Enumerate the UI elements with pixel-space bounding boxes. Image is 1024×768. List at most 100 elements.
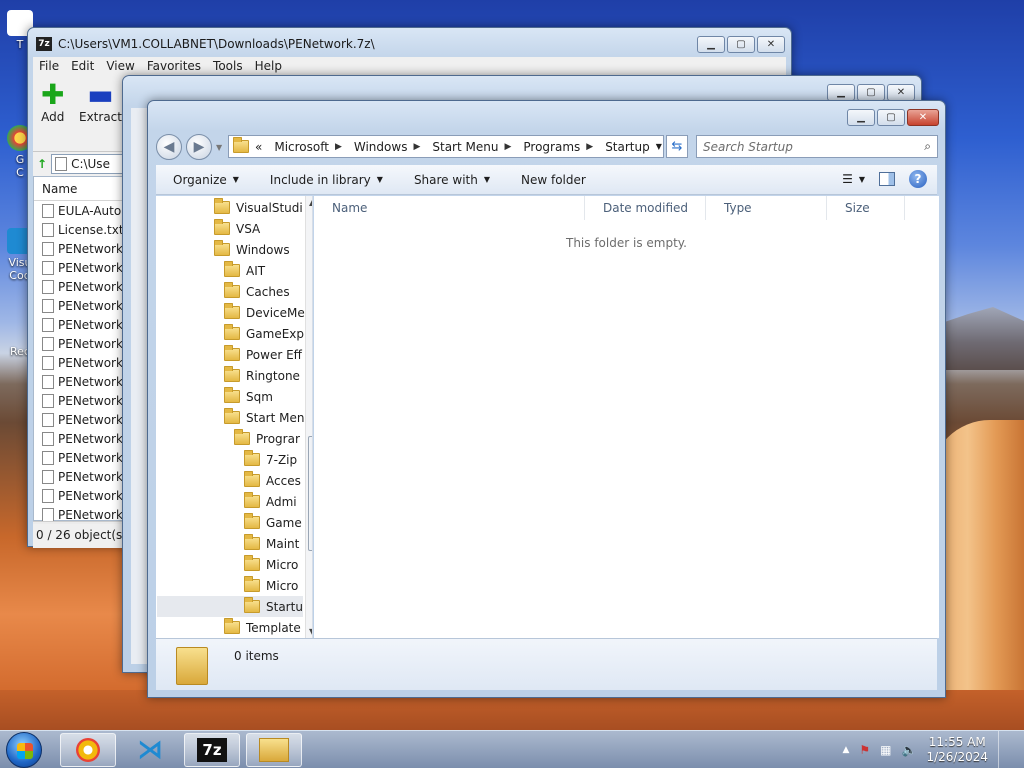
minimize-button[interactable]: ▁ xyxy=(827,84,855,101)
preview-pane-button[interactable] xyxy=(879,172,895,186)
column-header-date-modified[interactable]: Date modified xyxy=(585,196,706,220)
zip-file-row[interactable]: PENetwork_ xyxy=(34,315,127,334)
maximize-button[interactable]: ▢ xyxy=(877,109,905,126)
zip-file-row[interactable]: PENetwork_p xyxy=(34,486,127,505)
zip-file-row[interactable]: EULA-AutoIt xyxy=(34,201,127,220)
tree-item[interactable]: Power Eff xyxy=(224,344,302,365)
tree-item[interactable]: GameExp xyxy=(224,323,304,344)
include-in-library-button[interactable]: Include in library ▼ xyxy=(253,173,397,187)
volume-icon[interactable]: 🔈 xyxy=(902,743,917,757)
taskbar-7zip[interactable]: 7z xyxy=(184,733,240,767)
minimize-button[interactable]: ▁ xyxy=(847,109,875,126)
taskbar-chrome[interactable] xyxy=(60,733,116,767)
breadcrumb-programs[interactable]: Programs ▶ xyxy=(517,140,599,154)
navigation-pane[interactable]: VisualStudi VSA Windows AIT Caches DeviceMe Ga… xyxy=(156,196,313,638)
taskbar-vscode[interactable]: ⋊ xyxy=(122,733,178,767)
tree-item[interactable]: Game xyxy=(244,512,302,533)
column-header-type[interactable]: Type xyxy=(706,196,827,220)
breadcrumb-startup[interactable]: Startup xyxy=(599,140,656,154)
zip-file-row[interactable]: PENetwork_( xyxy=(34,467,127,486)
clock[interactable]: 11:55 AM 1/26/2024 xyxy=(926,735,988,765)
close-button[interactable]: ✕ xyxy=(887,84,915,101)
navigation-pane-scrollbar[interactable]: ▲ ▼ xyxy=(305,196,312,638)
close-button[interactable]: ✕ xyxy=(907,109,939,126)
tree-item[interactable]: Micro xyxy=(244,554,298,575)
tree-item[interactable]: Windows xyxy=(214,239,290,260)
folder-up-icon[interactable]: ↑ xyxy=(37,157,47,171)
forward-button[interactable]: ▶ xyxy=(186,134,212,160)
file-list-pane[interactable]: Name Date modified Type Size This folder… xyxy=(314,196,939,638)
tree-item[interactable]: 7-Zip xyxy=(244,449,297,470)
zip-file-row[interactable]: PENetwork_ xyxy=(34,277,127,296)
menu-favorites[interactable]: Favorites xyxy=(141,57,207,76)
menu-tools[interactable]: Tools xyxy=(207,57,249,76)
breadcrumb-microsoft[interactable]: Microsoft ▶ xyxy=(268,140,348,154)
column-header-size[interactable]: Size xyxy=(827,196,905,220)
recent-pages-chevron-icon[interactable]: ▼ xyxy=(216,143,222,152)
zip-file-row[interactable]: PENetwork_l xyxy=(34,448,127,467)
breadcrumb-start-menu[interactable]: Start Menu ▶ xyxy=(426,140,517,154)
menu-edit[interactable]: Edit xyxy=(65,57,100,76)
zip-file-row[interactable]: PENetwork_i xyxy=(34,410,127,429)
tree-item[interactable]: Ringtone xyxy=(224,365,300,386)
explorer-window[interactable]: ▁ ▢ ✕ ◀ ▶ ▼ « Microsoft ▶ Windows ▶ Start … xyxy=(147,100,946,698)
tree-item[interactable]: VisualStudi xyxy=(214,197,303,218)
new-folder-button[interactable]: New folder xyxy=(504,173,600,187)
search-input[interactable]: Search Startup ⌕ xyxy=(696,135,938,158)
tree-item[interactable]: Admi xyxy=(244,491,297,512)
tree-item[interactable]: Sqm xyxy=(224,386,273,407)
zip-file-row[interactable]: PENetwork_l xyxy=(34,391,127,410)
zip-file-row[interactable]: PENetwork.i xyxy=(34,258,127,277)
zip-file-row[interactable]: PENetwork_j xyxy=(34,429,127,448)
scroll-down-icon[interactable]: ▼ xyxy=(309,627,312,636)
refresh-button[interactable]: ⇆ xyxy=(666,135,688,158)
start-button[interactable] xyxy=(6,732,42,768)
tree-item[interactable]: Acces xyxy=(244,470,301,491)
menu-help[interactable]: Help xyxy=(249,57,288,76)
7zip-path-input[interactable]: C:\Use xyxy=(51,154,128,174)
show-desktop-button[interactable] xyxy=(998,731,1012,768)
minimize-button[interactable]: ▁ xyxy=(697,36,725,53)
zip-file-row[interactable]: PENetwork_ xyxy=(34,334,127,353)
column-header-name[interactable]: Name xyxy=(314,196,585,220)
menu-file[interactable]: File xyxy=(33,57,65,76)
taskbar-explorer[interactable] xyxy=(246,733,302,767)
column-header-name[interactable]: Name xyxy=(34,177,127,201)
scroll-up-icon[interactable]: ▲ xyxy=(309,198,312,207)
zip-file-row[interactable]: PENetwork_f xyxy=(34,372,127,391)
zip-file-row[interactable]: PENetwork_ xyxy=(34,353,127,372)
close-button[interactable]: ✕ xyxy=(757,36,785,53)
network-icon[interactable]: ▦ xyxy=(880,743,891,757)
show-hidden-icons-icon[interactable]: ▲ xyxy=(842,745,849,755)
organize-button[interactable]: Organize ▼ xyxy=(156,173,253,187)
share-with-button[interactable]: Share with ▼ xyxy=(397,173,504,187)
breadcrumb-windows[interactable]: Windows ▶ xyxy=(348,140,427,154)
maximize-button[interactable]: ▢ xyxy=(857,84,885,101)
tree-item[interactable]: Caches xyxy=(224,281,290,302)
tree-item[interactable]: Micro xyxy=(244,575,298,596)
zip-file-row[interactable]: License.txt xyxy=(34,220,127,239)
address-dropdown-icon[interactable]: ▼ xyxy=(656,142,662,151)
change-view-button[interactable]: ☰ ▼ xyxy=(842,172,865,186)
menu-view[interactable]: View xyxy=(100,57,140,76)
tree-item[interactable]: DeviceMe xyxy=(224,302,305,323)
tree-item[interactable]: VSA xyxy=(214,218,260,239)
tree-item[interactable]: Template xyxy=(224,617,301,638)
back-button[interactable]: ◀ xyxy=(156,134,182,160)
tree-item[interactable]: AIT xyxy=(224,260,265,281)
add-button[interactable]: ✚ Add xyxy=(41,80,64,125)
tree-item[interactable]: Prograr xyxy=(234,428,300,449)
action-center-icon[interactable]: ⚑ xyxy=(859,743,870,757)
tree-item[interactable]: Startu xyxy=(244,596,303,617)
tree-item[interactable]: Maint xyxy=(244,533,299,554)
breadcrumb-overflow[interactable]: « xyxy=(249,140,268,154)
zip-file-row[interactable]: PENetwork.e xyxy=(34,239,127,258)
zip-file-row[interactable]: PENetwork_ xyxy=(34,296,127,315)
maximize-button[interactable]: ▢ xyxy=(727,36,755,53)
7zip-file-list[interactable]: Name EULA-AutoIt License.txt PENetwork.e PE… xyxy=(33,176,128,522)
extract-button[interactable]: ▬ Extract xyxy=(79,80,122,125)
scrollbar-thumb[interactable] xyxy=(308,436,312,551)
tree-item[interactable]: Start Men xyxy=(224,407,304,428)
help-icon[interactable]: ? xyxy=(909,170,927,188)
address-bar[interactable]: « Microsoft ▶ Windows ▶ Start Menu ▶ Progra… xyxy=(228,135,664,158)
